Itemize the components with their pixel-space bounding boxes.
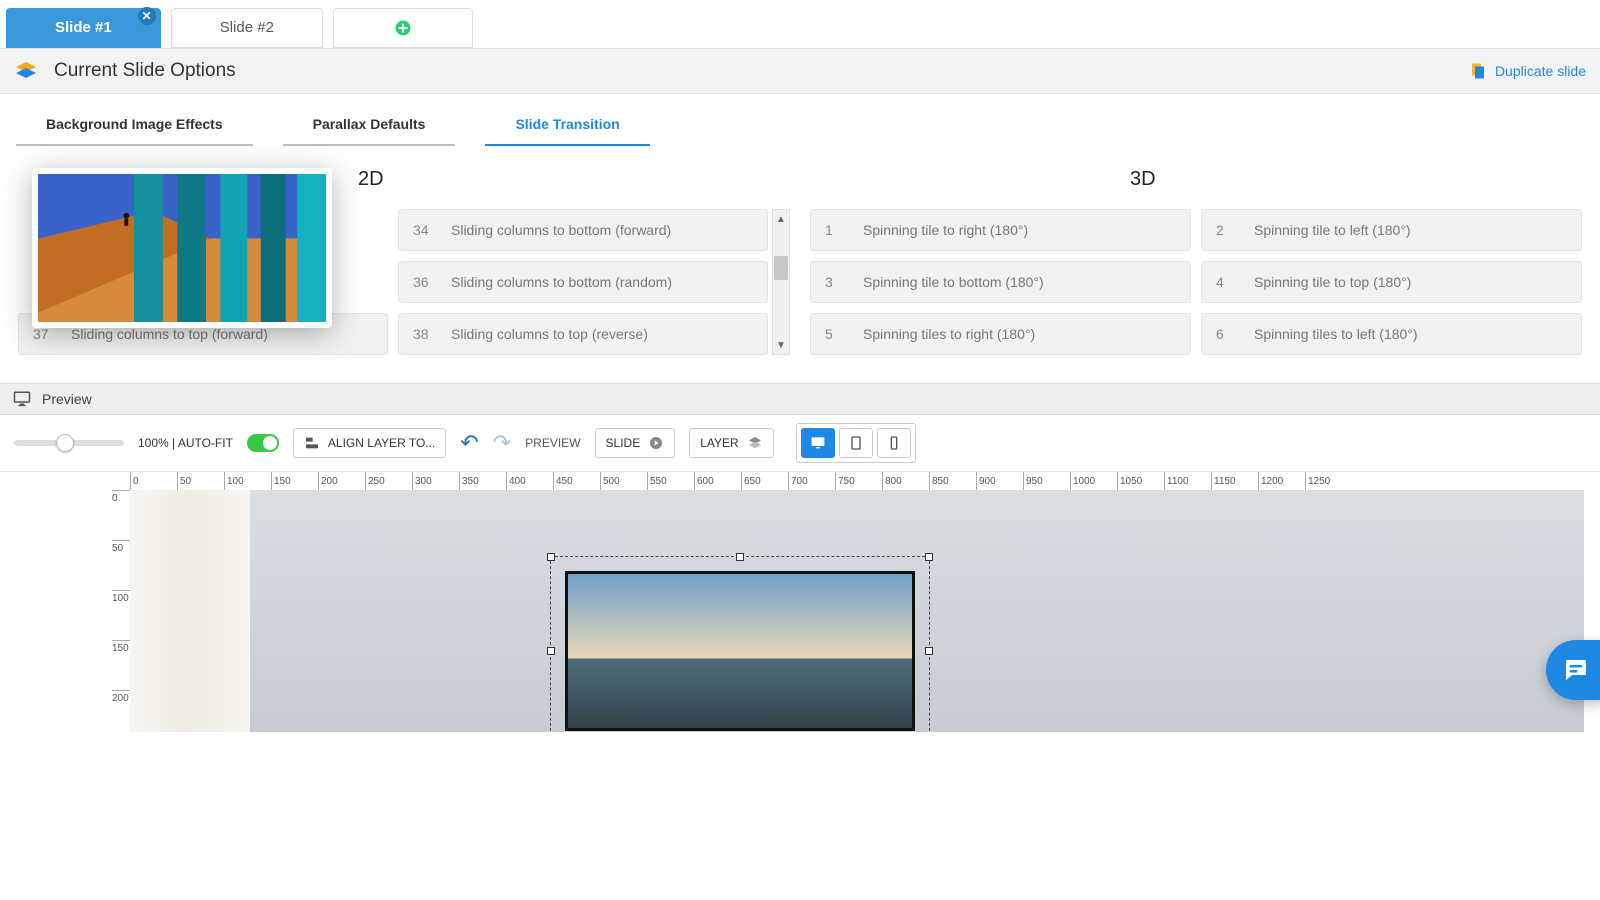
transition-label: Sliding columns to bottom (random) (451, 274, 672, 290)
scroll-down-icon[interactable]: ▼ (773, 336, 789, 354)
transition-preview-popup (32, 168, 332, 328)
tablet-icon (848, 435, 864, 451)
preview-header: Preview (42, 391, 92, 407)
preview-layer-button[interactable]: LAYER (689, 428, 773, 458)
transition-number: 3 (825, 274, 843, 290)
options-title: Current Slide Options (54, 60, 236, 82)
stage-curtain (130, 490, 250, 732)
layers-icon (14, 59, 38, 83)
zoom-slider[interactable] (14, 440, 124, 446)
device-tablet-button[interactable] (839, 428, 873, 458)
slide-label: SLIDE (606, 436, 641, 450)
transition-number: 34 (413, 222, 431, 238)
transition-number: 1 (825, 222, 843, 238)
section-3d-title: 3D (1130, 168, 1582, 191)
ruler-vertical: 050100150200 (112, 490, 130, 732)
desktop-icon (810, 435, 826, 451)
transition-number: 36 (413, 274, 431, 290)
transition-label: Spinning tile to bottom (180°) (863, 274, 1044, 290)
preview-label: PREVIEW (525, 436, 580, 450)
layers-icon (747, 435, 763, 451)
device-desktop-button[interactable] (801, 428, 835, 458)
chat-icon (1561, 655, 1591, 685)
resize-handle[interactable] (547, 647, 555, 655)
scroll-thumb[interactable] (774, 256, 788, 280)
transition-number: 2 (1216, 222, 1234, 238)
preview-slide-button[interactable]: SLIDE (595, 428, 676, 458)
device-mobile-button[interactable] (877, 428, 911, 458)
stage[interactable] (130, 490, 1584, 732)
ruler-horizontal: 0501001502002503003504004505005506006507… (130, 472, 1584, 490)
duplicate-slide-button[interactable]: Duplicate slide (1469, 61, 1586, 81)
transition-label: Spinning tile to top (180°) (1254, 274, 1411, 290)
chat-fab[interactable] (1546, 640, 1600, 700)
resize-handle[interactable] (547, 553, 555, 561)
transition-item[interactable]: 4 Spinning tile to top (180°) (1201, 261, 1582, 303)
transition-scrollbar[interactable]: ▲ ▼ (772, 209, 790, 355)
transition-number: 38 (413, 326, 431, 342)
transition-label: Spinning tiles to left (180°) (1254, 326, 1418, 342)
redo-button[interactable]: ↷ (493, 430, 511, 456)
duplicate-label: Duplicate slide (1495, 63, 1586, 79)
transition-label: Sliding columns to top (forward) (71, 326, 268, 342)
resize-handle[interactable] (736, 553, 744, 561)
zoom-knob[interactable] (56, 434, 74, 452)
transition-item[interactable]: 1 Spinning tile to right (180°) (810, 209, 1191, 251)
transition-label: Sliding columns to bottom (forward) (451, 222, 671, 238)
tab-background-effects[interactable]: Background Image Effects (16, 108, 253, 146)
mobile-icon (886, 435, 902, 451)
align-label: ALIGN LAYER TO... (328, 436, 435, 450)
add-slide-button[interactable] (333, 8, 473, 48)
zoom-label: 100% | AUTO-FIT (138, 436, 233, 450)
transition-label: Spinning tile to left (180°) (1254, 222, 1411, 238)
transition-number: 6 (1216, 326, 1234, 342)
transition-item[interactable]: 5 Spinning tiles to right (180°) (810, 313, 1191, 355)
slide-tab-2[interactable]: Slide #2 (171, 8, 323, 48)
slide-tab-1-label: Slide #1 (55, 19, 112, 36)
autofit-toggle[interactable] (247, 434, 279, 452)
undo-button[interactable]: ↶ (460, 430, 478, 456)
resize-handle[interactable] (925, 647, 933, 655)
transition-label: Spinning tile to right (180°) (863, 222, 1028, 238)
slide-tab-2-label: Slide #2 (220, 19, 274, 36)
transition-number: 4 (1216, 274, 1234, 290)
close-icon[interactable]: ✕ (138, 7, 156, 25)
transition-item[interactable]: 3 Spinning tile to bottom (180°) (810, 261, 1191, 303)
selected-layer[interactable] (550, 556, 930, 732)
tab-slide-transition[interactable]: Slide Transition (485, 108, 649, 146)
align-layer-button[interactable]: ALIGN LAYER TO... (293, 428, 446, 458)
align-icon (304, 435, 320, 451)
play-icon (648, 435, 664, 451)
transition-item[interactable]: 6 Spinning tiles to left (180°) (1201, 313, 1582, 355)
slide-tab-1[interactable]: Slide #1 ✕ (6, 8, 161, 48)
section-2d-title: 2D (358, 168, 790, 191)
transition-item[interactable]: 38 Sliding columns to top (reverse) (398, 313, 768, 355)
transition-number: 5 (825, 326, 843, 342)
transition-label: Sliding columns to top (reverse) (451, 326, 648, 342)
transition-item[interactable]: 36 Sliding columns to bottom (random) (398, 261, 768, 303)
transition-item[interactable]: 34 Sliding columns to bottom (forward) (398, 209, 768, 251)
resize-handle[interactable] (925, 553, 933, 561)
transition-number: 37 (33, 326, 51, 342)
tab-parallax-defaults[interactable]: Parallax Defaults (283, 108, 456, 146)
layer-label: LAYER (700, 436, 738, 450)
plus-icon (394, 19, 412, 37)
scroll-up-icon[interactable]: ▲ (773, 210, 789, 228)
duplicate-icon (1469, 61, 1487, 81)
transition-item[interactable]: 2 Spinning tile to left (180°) (1201, 209, 1582, 251)
canvas-area[interactable]: 0501001502002503003504004505005506006507… (0, 472, 1600, 732)
transition-label: Spinning tiles to right (180°) (863, 326, 1035, 342)
monitor-icon (12, 390, 32, 408)
